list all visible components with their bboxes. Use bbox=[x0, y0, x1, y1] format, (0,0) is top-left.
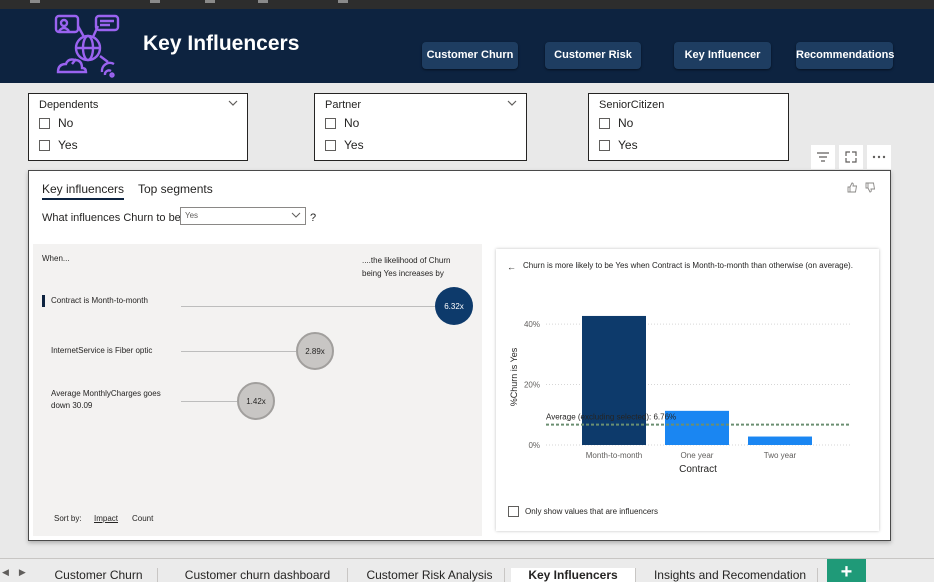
page-tab-key-influencers[interactable]: Key Influencers bbox=[511, 568, 636, 582]
influencer-bubble-internet[interactable]: 2.89x bbox=[296, 332, 334, 370]
x-tick-label: Two year bbox=[764, 451, 797, 460]
page-nav-arrows[interactable]: ◀ ▶ bbox=[2, 567, 26, 578]
nav-key-influencer-button[interactable]: Key Influencer bbox=[674, 42, 771, 69]
checkbox[interactable] bbox=[325, 139, 336, 151]
slicer-option-no[interactable]: No bbox=[599, 116, 633, 130]
connector-line bbox=[181, 351, 296, 352]
report-header: Key Influencers Customer Churn Customer … bbox=[0, 9, 934, 83]
checkbox[interactable] bbox=[39, 139, 50, 151]
network-people-icon bbox=[54, 14, 120, 78]
slicer-option-no[interactable]: No bbox=[325, 116, 359, 130]
chevron-down-icon[interactable] bbox=[506, 98, 518, 108]
page-tab-customer-churn-dashboard[interactable]: Customer churn dashboard bbox=[168, 568, 348, 582]
tab-top-segments[interactable]: Top segments bbox=[138, 182, 213, 196]
filter-icon[interactable] bbox=[811, 145, 835, 169]
slicer-option-yes[interactable]: Yes bbox=[39, 138, 78, 152]
chevron-down-icon bbox=[291, 212, 301, 218]
likelihood-label: ....the likelihood of Churn being Yes in… bbox=[362, 256, 451, 278]
thumbs-down-icon[interactable] bbox=[865, 182, 876, 193]
slicer-seniorcitizen: SeniorCitizen No Yes bbox=[588, 93, 789, 161]
average-label: Average (excluding selected): 6.76% bbox=[546, 413, 676, 422]
key-influencers-visual: Key influencers Top segments What influe… bbox=[28, 170, 891, 541]
page-tabs-bar: ◀ ▶ Customer Churn Customer churn dashbo… bbox=[0, 558, 934, 582]
influencer-label-internet[interactable]: InternetService is Fiber optic bbox=[51, 345, 161, 357]
option-label: Yes bbox=[58, 138, 78, 152]
window-title-strip bbox=[0, 0, 934, 9]
add-page-button[interactable]: + bbox=[827, 559, 866, 582]
focus-mode-icon[interactable] bbox=[839, 145, 863, 169]
slicer-title: Partner bbox=[325, 99, 362, 111]
dropdown-value: Yes bbox=[185, 211, 199, 220]
when-label: When... bbox=[42, 254, 70, 263]
influencer-detail-pane: ← Churn is more likely to be Yes when Co… bbox=[496, 249, 879, 531]
sort-count-link[interactable]: Count bbox=[132, 514, 153, 523]
checkbox[interactable] bbox=[508, 506, 519, 517]
influencer-label-monthlycharges[interactable]: Average MonthlyCharges goes down 30.09 bbox=[51, 388, 161, 412]
slicer-partner: Partner No Yes bbox=[314, 93, 527, 161]
influencer-label-contract[interactable]: Contract is Month-to-month bbox=[42, 295, 152, 307]
bar-month-to-month bbox=[582, 315, 646, 445]
page-tab-customer-churn[interactable]: Customer Churn bbox=[40, 568, 158, 582]
slicer-option-no[interactable]: No bbox=[39, 116, 73, 130]
page-tab-insights-recomendation[interactable]: Insights and Recomendation bbox=[643, 568, 818, 582]
tab-key-influencers[interactable]: Key influencers bbox=[42, 182, 125, 200]
bar-two-year bbox=[748, 436, 812, 445]
influencer-bubble-contract[interactable]: 6.32x bbox=[435, 287, 473, 325]
nav-recommendations-button[interactable]: Recommendations bbox=[796, 42, 894, 69]
option-label: Yes bbox=[344, 138, 364, 152]
back-arrow-icon[interactable]: ← bbox=[507, 262, 516, 272]
page-tab-customer-risk-analysis[interactable]: Customer Risk Analysis bbox=[355, 568, 505, 582]
checkbox[interactable] bbox=[599, 117, 610, 129]
connector-line bbox=[181, 401, 237, 402]
option-label: No bbox=[58, 116, 74, 130]
influencer-bubble-monthlycharges[interactable]: 1.42x bbox=[237, 382, 275, 420]
sort-impact-link[interactable]: Impact bbox=[94, 514, 118, 523]
checkbox[interactable] bbox=[39, 117, 50, 129]
x-tick-label: One year bbox=[681, 451, 714, 460]
explanation-text: Churn is more likely to be Yes when Cont… bbox=[523, 261, 853, 270]
churn-value-dropdown[interactable]: Yes bbox=[180, 207, 306, 225]
more-options-icon[interactable] bbox=[867, 145, 891, 169]
x-axis-label: Contract bbox=[679, 464, 717, 475]
slicer-option-yes[interactable]: Yes bbox=[325, 138, 364, 152]
report-canvas: Key Influencers Customer Churn Customer … bbox=[0, 0, 934, 582]
y-tick-label: 20% bbox=[524, 381, 540, 390]
slicer-title: Dependents bbox=[39, 99, 99, 111]
only-show-influencers-toggle[interactable]: Only show values that are influencers bbox=[508, 506, 658, 517]
contract-churn-bar-chart: 0% 20% 40% %Churn is Yes Month-to-month One y… bbox=[509, 315, 851, 475]
influencers-list-pane: When... ....the likelihood of Churn bein… bbox=[33, 244, 482, 536]
checkbox[interactable] bbox=[599, 139, 610, 151]
option-label: No bbox=[344, 116, 360, 130]
option-label: Yes bbox=[618, 138, 638, 152]
question-mark: ? bbox=[310, 212, 317, 224]
y-tick-label: 0% bbox=[528, 441, 540, 450]
nav-customer-churn-button[interactable]: Customer Churn bbox=[422, 42, 518, 69]
checkbox[interactable] bbox=[325, 117, 336, 129]
thumbs-up-icon[interactable] bbox=[847, 182, 858, 193]
y-tick-label: 40% bbox=[524, 320, 540, 329]
option-label: No bbox=[618, 116, 634, 130]
nav-customer-risk-button[interactable]: Customer Risk bbox=[545, 42, 641, 69]
slicer-dependents: Dependents No Yes bbox=[28, 93, 248, 161]
x-tick-label: Month-to-month bbox=[586, 451, 642, 460]
sort-by-label: Sort by: bbox=[54, 514, 82, 523]
slicer-title: SeniorCitizen bbox=[599, 99, 665, 111]
chevron-down-icon[interactable] bbox=[227, 98, 239, 108]
page-title: Key Influencers bbox=[143, 32, 300, 55]
question-label: What influences Churn to be bbox=[42, 212, 181, 224]
connector-line bbox=[181, 306, 435, 307]
slicer-option-yes[interactable]: Yes bbox=[599, 138, 638, 152]
y-axis-label: %Churn is Yes bbox=[509, 347, 519, 406]
only-show-label: Only show values that are influencers bbox=[525, 507, 658, 516]
